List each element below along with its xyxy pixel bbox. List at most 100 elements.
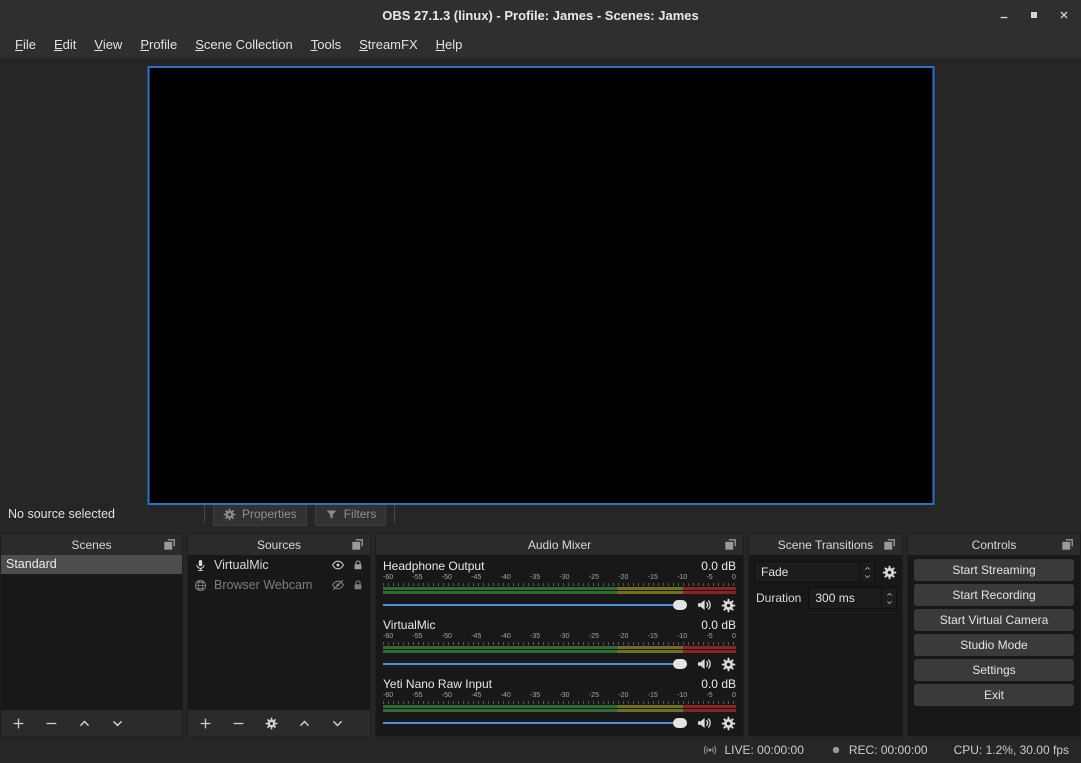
move-source-up-button[interactable]	[297, 716, 311, 730]
slider-handle[interactable]	[673, 718, 687, 728]
obs-window: OBS 27.1.3 (linux) - Profile: James - Sc…	[0, 0, 1081, 763]
volume-slider[interactable]	[383, 714, 687, 732]
properties-button[interactable]: Properties	[213, 502, 307, 526]
source-name: Browser Webcam	[214, 578, 324, 592]
close-button[interactable]	[1057, 8, 1071, 22]
live-status: LIVE: 00:00:00	[703, 743, 803, 757]
sources-panel-header: Sources	[188, 534, 370, 555]
plus-icon	[199, 717, 212, 730]
popout-icon	[351, 537, 365, 551]
volume-meter-left	[383, 705, 736, 708]
source-visibility-button[interactable]	[331, 578, 345, 592]
menu-item-streamfx[interactable]: StreamFX	[350, 33, 427, 56]
meter-tick: -60	[383, 633, 393, 641]
scene-item[interactable]: Standard	[1, 555, 182, 574]
settings-button[interactable]: Settings	[914, 659, 1074, 681]
menu-item-profile[interactable]: Profile	[131, 33, 186, 56]
add-scene-button[interactable]	[11, 716, 25, 730]
duration-label: Duration	[754, 591, 801, 605]
start-virtual-camera-button[interactable]: Start Virtual Camera	[914, 609, 1074, 631]
menu-item-view[interactable]: View	[85, 33, 131, 56]
menu-item-scene-collection[interactable]: Scene Collection	[186, 33, 302, 56]
volume-slider[interactable]	[383, 596, 687, 614]
move-scene-down-button[interactable]	[110, 716, 124, 730]
eye-slash-icon	[331, 578, 345, 592]
mixer-settings-button[interactable]	[721, 657, 736, 672]
meter-tick: -30	[559, 574, 569, 582]
speaker-icon	[696, 715, 712, 731]
transitions-panel-title: Scene Transitions	[778, 538, 873, 552]
controls-panel-title: Controls	[972, 538, 1017, 552]
slider-handle[interactable]	[673, 659, 687, 669]
chevron-up-icon	[886, 591, 893, 598]
titlebar: OBS 27.1.3 (linux) - Profile: James - Sc…	[0, 0, 1081, 30]
transitions-popout-button[interactable]	[883, 537, 897, 551]
exit-button[interactable]: Exit	[914, 684, 1074, 706]
meter-tick: -20	[618, 692, 628, 700]
status-bar: LIVE: 00:00:00 REC: 00:00:00 CPU: 1.2%, …	[0, 737, 1081, 763]
minimize-icon	[998, 9, 1010, 21]
mixer-channel-name: Headphone Output	[383, 559, 484, 574]
add-source-button[interactable]	[198, 716, 212, 730]
meter-tick: -10	[677, 574, 687, 582]
mixer-popout-button[interactable]	[724, 537, 738, 551]
filters-label: Filters	[344, 507, 377, 521]
record-dot-icon	[830, 744, 842, 756]
mixer-settings-button[interactable]	[721, 716, 736, 731]
transition-select[interactable]: Fade	[754, 561, 875, 583]
meter-tick: -40	[501, 633, 511, 641]
transition-select-arrows[interactable]	[859, 562, 874, 582]
mute-button[interactable]	[696, 715, 712, 731]
mixer-settings-button[interactable]	[721, 598, 736, 613]
source-visibility-button[interactable]	[331, 558, 345, 572]
controls-popout-button[interactable]	[1061, 537, 1075, 551]
close-icon	[1058, 9, 1070, 21]
maximize-button[interactable]	[1027, 8, 1041, 22]
scenes-popout-button[interactable]	[163, 537, 177, 551]
source-item[interactable]: VirtualMic	[188, 555, 370, 575]
popout-icon	[724, 537, 738, 551]
start-streaming-button[interactable]: Start Streaming	[914, 559, 1074, 581]
source-item[interactable]: Browser Webcam	[188, 575, 370, 595]
move-source-down-button[interactable]	[330, 716, 344, 730]
meter-scale: -60 -55 -50 -45 -40 -35 -30 -25 -20 -15 …	[383, 692, 736, 700]
source-lock-button[interactable]	[352, 579, 364, 591]
menu-item-help[interactable]: Help	[427, 33, 472, 56]
mute-button[interactable]	[696, 656, 712, 672]
menu-item-tools[interactable]: Tools	[302, 33, 350, 56]
preview-canvas[interactable]	[147, 66, 934, 505]
meter-tick: -40	[501, 692, 511, 700]
speaker-icon	[696, 656, 712, 672]
transition-properties-button[interactable]	[882, 565, 897, 580]
menu-item-file[interactable]: File	[6, 33, 45, 56]
duration-input[interactable]: 300 ms	[808, 587, 897, 609]
sources-popout-button[interactable]	[351, 537, 365, 551]
minimize-button[interactable]	[997, 8, 1011, 22]
menu-item-edit[interactable]: Edit	[45, 33, 85, 56]
duration-spin-arrows[interactable]	[881, 588, 896, 608]
popout-icon	[163, 537, 177, 551]
filters-button[interactable]: Filters	[315, 502, 387, 526]
meter-tick: 0	[732, 633, 736, 641]
speaker-icon	[696, 597, 712, 613]
scenes-list: Standard	[1, 555, 182, 710]
volume-slider-row	[383, 596, 736, 614]
remove-scene-button[interactable]	[44, 716, 58, 730]
live-time: LIVE: 00:00:00	[724, 743, 803, 757]
slider-handle[interactable]	[673, 600, 687, 610]
mute-button[interactable]	[696, 597, 712, 613]
chevron-down-icon	[864, 573, 871, 580]
volume-slider-row	[383, 714, 736, 732]
gear-icon	[882, 565, 897, 580]
meter-tick-marks	[383, 701, 736, 704]
move-scene-up-button[interactable]	[77, 716, 91, 730]
scene-transitions-panel: Scene Transitions Fade Duration	[748, 533, 903, 737]
start-recording-button[interactable]: Start Recording	[914, 584, 1074, 606]
source-properties-button[interactable]	[264, 716, 278, 730]
source-lock-button[interactable]	[352, 559, 364, 571]
studio-mode-button[interactable]: Studio Mode	[914, 634, 1074, 656]
meter-tick: -35	[530, 692, 540, 700]
controls-body: Start Streaming Start Recording Start Vi…	[908, 555, 1080, 736]
remove-source-button[interactable]	[231, 716, 245, 730]
volume-slider[interactable]	[383, 655, 687, 673]
